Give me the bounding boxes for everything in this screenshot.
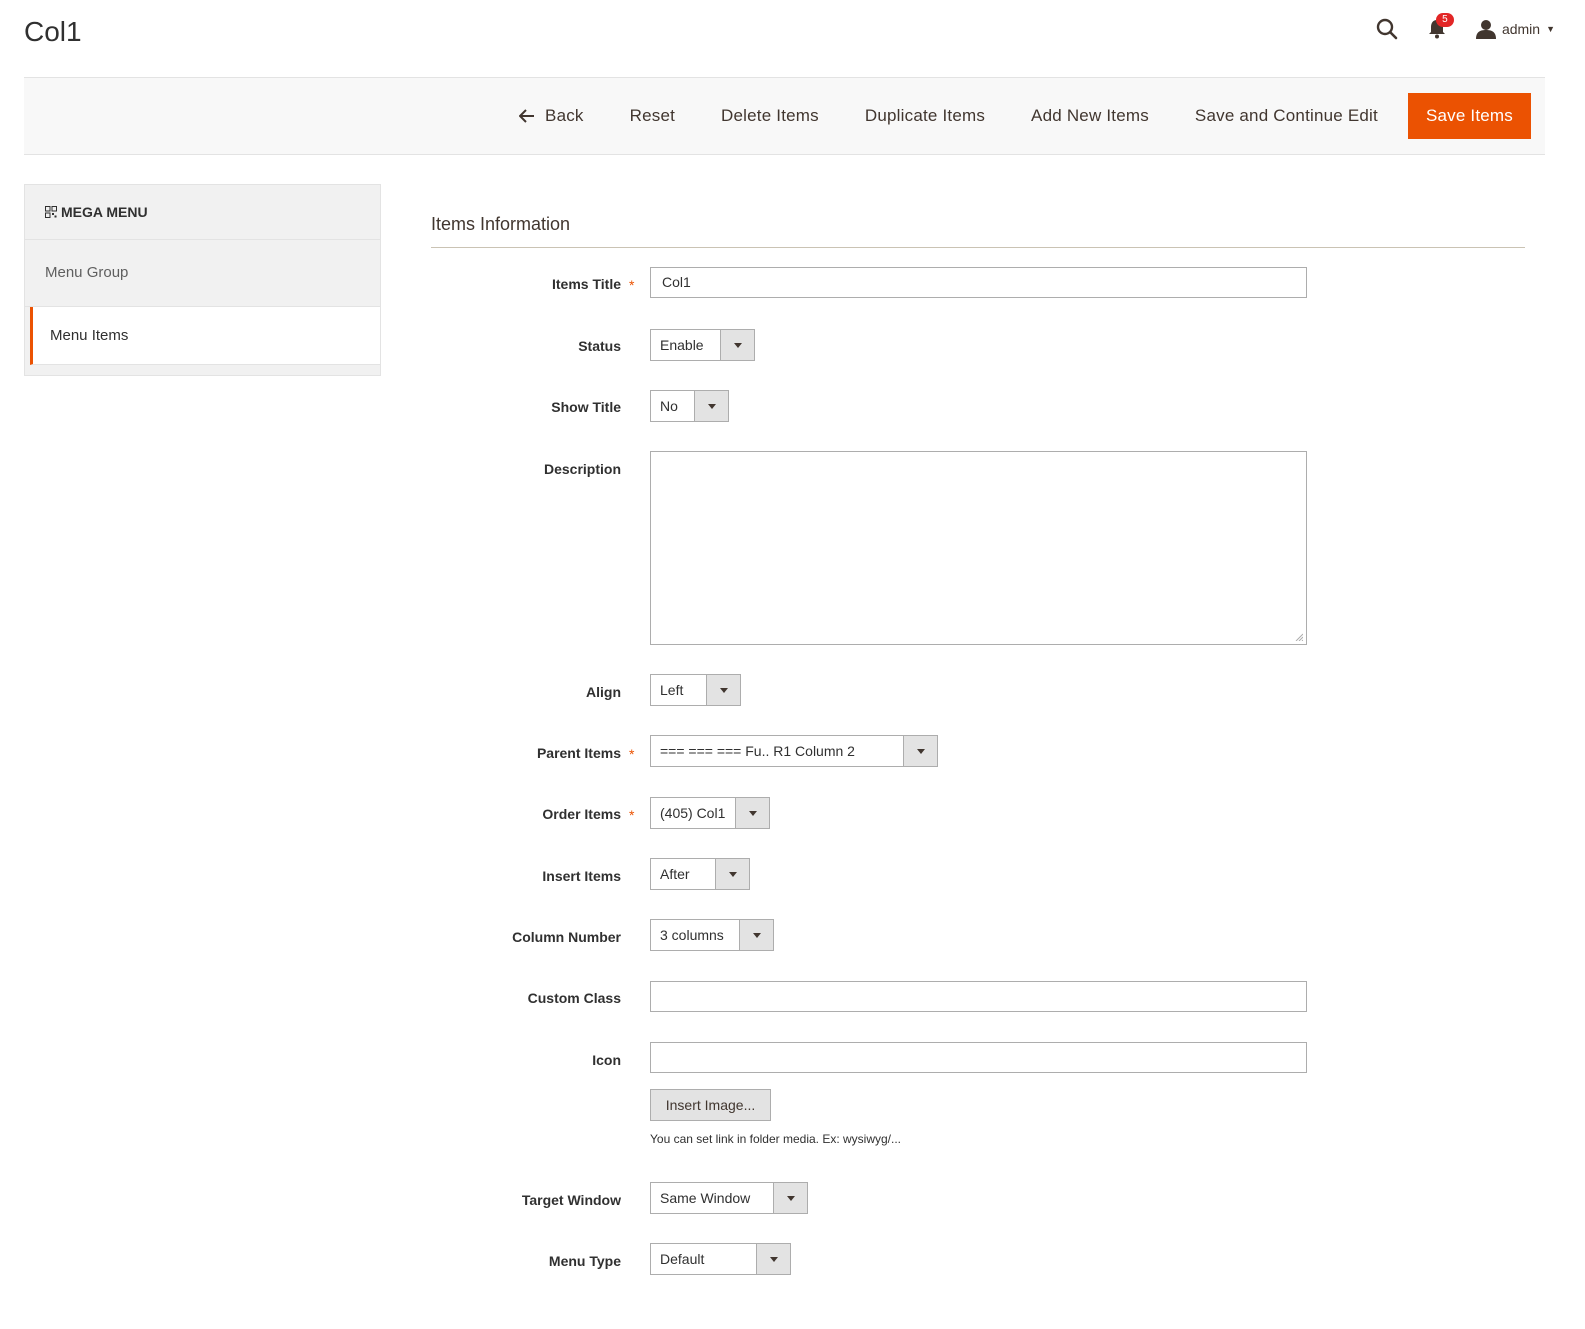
icon-note: You can set link in folder media. Ex: wy… bbox=[650, 1132, 902, 1146]
required-marker: * bbox=[629, 807, 635, 823]
section-divider bbox=[431, 247, 1525, 248]
sidebar-item-menu-group[interactable]: Menu Group bbox=[25, 240, 380, 307]
parent-items-select[interactable]: === === === Fu.. R1 Column 2 bbox=[650, 735, 938, 767]
notifications-button[interactable]: 5 bbox=[1428, 13, 1454, 39]
user-menu[interactable]: admin ▼ bbox=[1475, 19, 1555, 39]
chevron-down-icon bbox=[903, 736, 937, 766]
grid-icon bbox=[45, 206, 57, 218]
required-marker: * bbox=[629, 746, 635, 762]
column-number-select[interactable]: 3 columns bbox=[650, 919, 774, 951]
resize-grip-icon[interactable] bbox=[1295, 633, 1303, 641]
page-actions-toolbar: Back Reset Delete Items Duplicate Items … bbox=[24, 77, 1545, 155]
show-title-select-value: No bbox=[660, 398, 678, 414]
notifications-count-badge: 5 bbox=[1435, 13, 1454, 27]
chevron-down-icon bbox=[756, 1244, 790, 1274]
chevron-down-icon bbox=[720, 330, 754, 360]
order-items-select[interactable]: (405) Col1 bbox=[650, 797, 770, 829]
required-marker: * bbox=[629, 277, 635, 293]
chevron-down-icon bbox=[694, 391, 728, 421]
page-header: Col1 5 admin ▼ bbox=[0, 0, 1585, 78]
chevron-down-icon bbox=[715, 859, 749, 889]
items-title-input[interactable]: Col1 bbox=[650, 267, 1307, 298]
icon-input[interactable] bbox=[650, 1042, 1307, 1073]
show-title-select[interactable]: No bbox=[650, 390, 729, 422]
page-title: Col1 bbox=[24, 16, 82, 47]
target-window-select-value: Same Window bbox=[660, 1190, 751, 1206]
column-number-label: Column Number bbox=[512, 929, 621, 945]
status-select-value: Enable bbox=[660, 337, 704, 353]
target-window-label: Target Window bbox=[521, 1192, 621, 1208]
chevron-down-icon bbox=[735, 798, 769, 828]
save-and-continue-button[interactable]: Save and Continue Edit bbox=[1172, 93, 1401, 139]
sidebar-item-menu-items[interactable]: Menu Items bbox=[30, 307, 380, 365]
chevron-down-icon: ▼ bbox=[1546, 24, 1555, 34]
duplicate-items-button[interactable]: Duplicate Items bbox=[842, 93, 1008, 139]
arrow-left-icon bbox=[519, 109, 535, 123]
search-icon[interactable] bbox=[1376, 18, 1398, 40]
custom-class-input[interactable] bbox=[650, 981, 1307, 1012]
order-items-label: Order Items bbox=[542, 806, 621, 822]
sidebar-title: MEGA MENU bbox=[25, 185, 380, 240]
insert-items-select-value: After bbox=[660, 866, 690, 882]
sidebar: MEGA MENU Menu Group Menu Items bbox=[24, 184, 381, 376]
items-title-label: Items Title bbox=[552, 276, 621, 292]
column-number-select-value: 3 columns bbox=[660, 927, 724, 943]
chevron-down-icon bbox=[739, 920, 773, 950]
custom-class-label: Custom Class bbox=[527, 990, 621, 1006]
add-new-items-button[interactable]: Add New Items bbox=[1008, 93, 1172, 139]
target-window-select[interactable]: Same Window bbox=[650, 1182, 808, 1214]
sidebar-title-label: MEGA MENU bbox=[61, 204, 148, 220]
insert-items-select[interactable]: After bbox=[650, 858, 750, 890]
description-label: Description bbox=[543, 461, 621, 477]
toolbar-buttons: Back Reset Delete Items Duplicate Items … bbox=[496, 93, 1531, 139]
chevron-down-icon bbox=[706, 675, 740, 705]
chevron-down-icon bbox=[773, 1183, 807, 1213]
parent-items-label: Parent Items bbox=[536, 745, 621, 761]
order-items-select-value: (405) Col1 bbox=[660, 805, 726, 821]
delete-items-button[interactable]: Delete Items bbox=[698, 93, 842, 139]
description-textarea[interactable] bbox=[650, 451, 1307, 645]
insert-items-label: Insert Items bbox=[542, 868, 621, 884]
show-title-label: Show Title bbox=[551, 399, 621, 415]
user-icon bbox=[1475, 20, 1496, 39]
parent-items-select-value: === === === Fu.. R1 Column 2 bbox=[660, 743, 855, 759]
back-button[interactable]: Back bbox=[496, 93, 607, 139]
menu-type-select[interactable]: Default bbox=[650, 1243, 791, 1275]
align-label: Align bbox=[586, 684, 621, 700]
section-title: Items Information bbox=[431, 214, 571, 234]
align-select[interactable]: Left bbox=[650, 674, 741, 706]
user-name: admin bbox=[1501, 21, 1541, 37]
status-select[interactable]: Enable bbox=[650, 329, 755, 361]
menu-type-label: Menu Type bbox=[548, 1253, 621, 1269]
header-actions: 5 admin ▼ bbox=[1376, 13, 1555, 44]
status-label: Status bbox=[578, 338, 621, 354]
menu-type-select-value: Default bbox=[660, 1251, 705, 1267]
align-select-value: Left bbox=[660, 682, 684, 698]
reset-button[interactable]: Reset bbox=[607, 93, 698, 139]
insert-image-button[interactable]: Insert Image... bbox=[650, 1089, 771, 1121]
back-label: Back bbox=[545, 106, 584, 125]
save-items-button[interactable]: Save Items bbox=[1407, 93, 1531, 139]
icon-label: Icon bbox=[592, 1052, 621, 1068]
